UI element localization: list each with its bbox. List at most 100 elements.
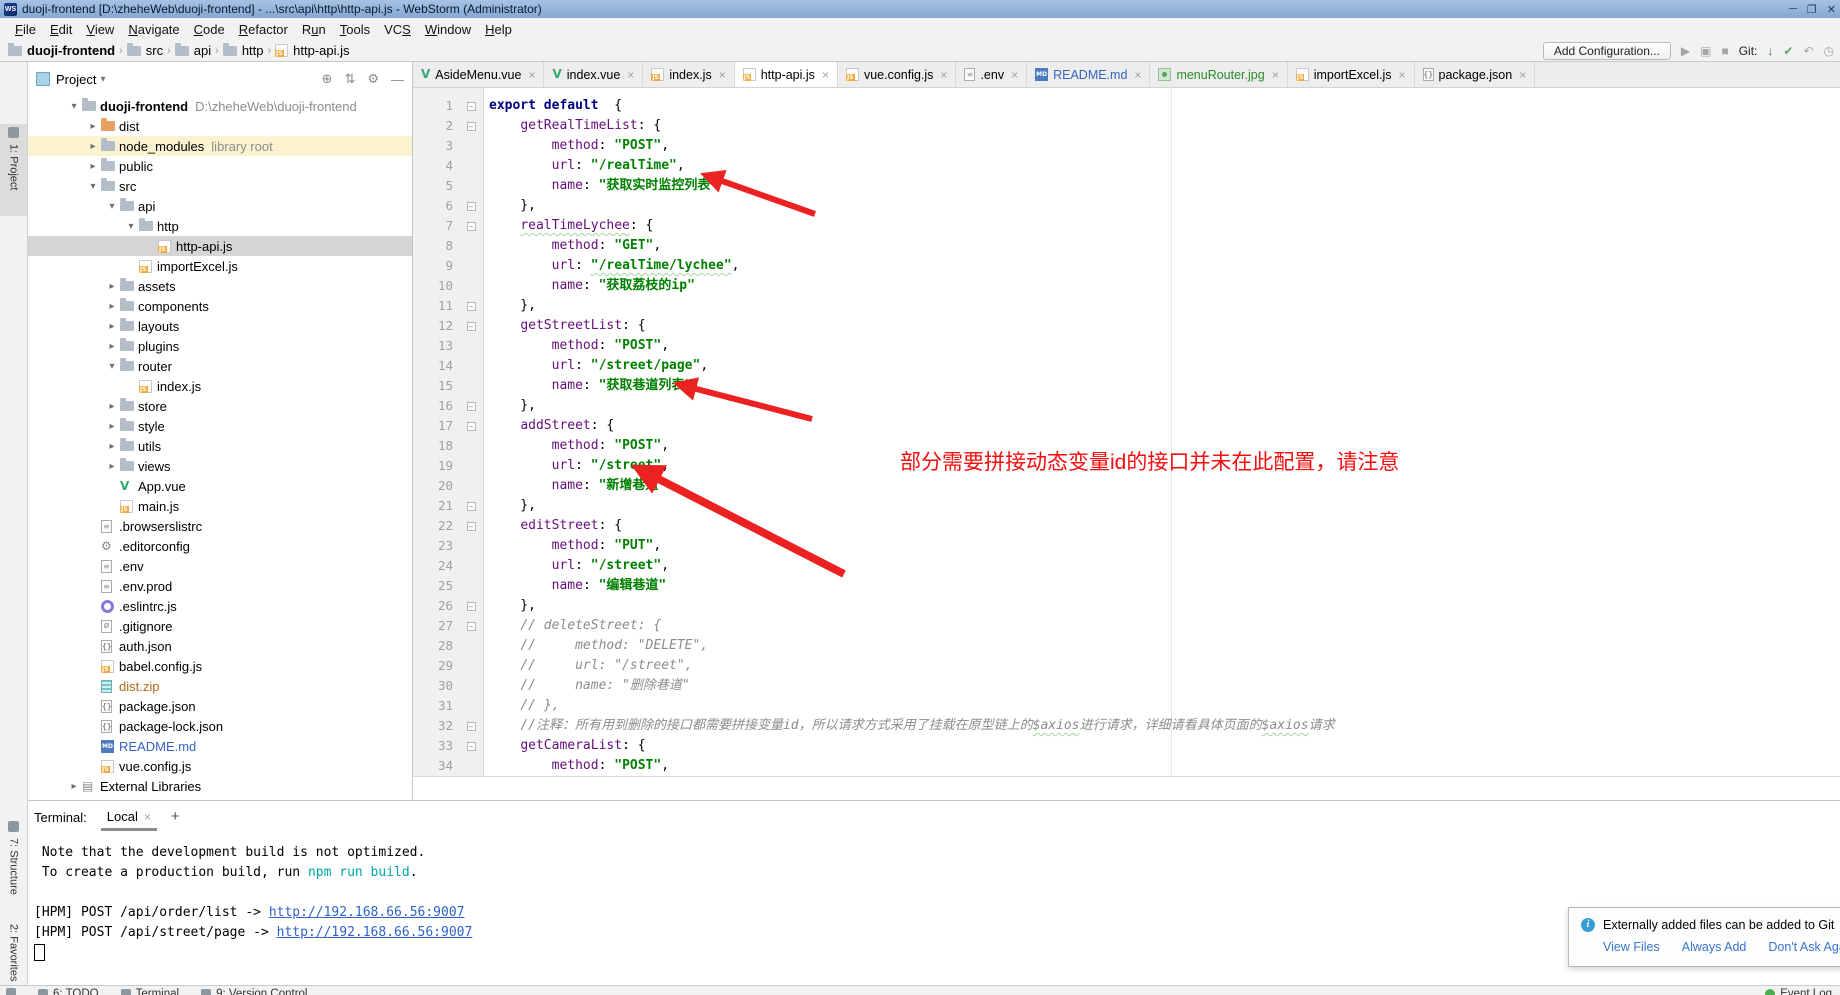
fold-icon[interactable]: −: [467, 202, 476, 211]
status-item[interactable]: 9: Version Control: [201, 988, 307, 995]
status-item[interactable]: Terminal: [121, 988, 179, 995]
fold-icon[interactable]: −: [467, 502, 476, 511]
tree-item[interactable]: ▸▤External Libraries: [28, 776, 412, 796]
stripe-project-button[interactable]: 1: Project: [0, 124, 27, 216]
chevron-right-icon[interactable]: ▸: [104, 281, 120, 292]
notification-link[interactable]: Don't Ask Again: [1768, 940, 1840, 954]
tree-item[interactable]: ▸node_moduleslibrary root: [28, 136, 412, 156]
fold-icon[interactable]: −: [467, 522, 476, 531]
git-update-icon[interactable]: ↓: [1767, 44, 1773, 58]
close-icon[interactable]: ×: [627, 68, 634, 82]
stripe-favorites-button[interactable]: 2: Favorites: [0, 924, 27, 984]
tree-item[interactable]: ▸components: [28, 296, 412, 316]
editor-tab[interactable]: http-api.js×: [735, 62, 838, 87]
editor-tab[interactable]: {}package.json×: [1415, 62, 1536, 87]
fold-icon[interactable]: −: [467, 302, 476, 311]
debug-icon[interactable]: ▣: [1700, 44, 1711, 58]
menu-item-run[interactable]: Run: [295, 20, 333, 39]
tree-item[interactable]: ▸assets: [28, 276, 412, 296]
minimize-icon[interactable]: ─: [1789, 3, 1797, 16]
history-icon[interactable]: ◷: [1824, 44, 1834, 58]
breadcrumb-item[interactable]: duoji-frontend: [8, 43, 115, 58]
code-editor[interactable]: 1−export default {2− getRealTimeList: {3…: [413, 88, 1840, 800]
tree-item[interactable]: .eslintrc.js: [28, 596, 412, 616]
tree-item[interactable]: main.js: [28, 496, 412, 516]
chevron-right-icon[interactable]: ▸: [85, 161, 101, 172]
project-panel-title[interactable]: Project: [56, 72, 96, 87]
add-configuration-button[interactable]: Add Configuration...: [1543, 42, 1671, 60]
fold-icon[interactable]: −: [467, 102, 476, 111]
fold-icon[interactable]: −: [467, 742, 476, 751]
chevron-right-icon[interactable]: ▸: [104, 321, 120, 332]
chevron-right-icon[interactable]: ▸: [85, 141, 101, 152]
fold-icon[interactable]: −: [467, 622, 476, 631]
fold-icon[interactable]: −: [467, 402, 476, 411]
chevron-down-icon[interactable]: ▾: [100, 74, 105, 85]
menu-item-edit[interactable]: Edit: [43, 20, 79, 39]
close-icon[interactable]: ×: [719, 68, 726, 82]
close-icon[interactable]: ×: [940, 68, 947, 82]
git-commit-icon[interactable]: ✔: [1783, 44, 1793, 58]
fold-icon[interactable]: −: [467, 222, 476, 231]
breadcrumb-item[interactable]: http-api.js: [275, 43, 349, 58]
fold-icon[interactable]: −: [467, 322, 476, 331]
menu-item-navigate[interactable]: Navigate: [121, 20, 186, 39]
terminal-cursor[interactable]: [34, 944, 45, 961]
tree-item[interactable]: vue.config.js: [28, 756, 412, 776]
notification-link[interactable]: Always Add: [1682, 940, 1747, 954]
status-item[interactable]: 6: TODO: [38, 988, 99, 995]
tree-item[interactable]: MDREADME.md: [28, 736, 412, 756]
tree-item[interactable]: http-api.js: [28, 236, 412, 256]
menu-item-window[interactable]: Window: [418, 20, 478, 39]
tree-item[interactable]: dist.zip: [28, 676, 412, 696]
tree-item[interactable]: ▸plugins: [28, 336, 412, 356]
tree-item[interactable]: ▾api: [28, 196, 412, 216]
menu-item-refactor[interactable]: Refactor: [232, 20, 295, 39]
event-log-button[interactable]: Event Log: [1765, 988, 1832, 995]
tree-item[interactable]: ▸layouts: [28, 316, 412, 336]
chevron-right-icon[interactable]: ▸: [104, 401, 120, 412]
tree-item[interactable]: importExcel.js: [28, 256, 412, 276]
close-icon[interactable]: ×: [144, 810, 151, 824]
run-icon[interactable]: ▶: [1681, 44, 1690, 58]
tree-item[interactable]: ≡.browserslistrc: [28, 516, 412, 536]
menu-item-view[interactable]: View: [79, 20, 121, 39]
chevron-right-icon[interactable]: ▸: [85, 121, 101, 132]
chevron-down-icon[interactable]: ▾: [104, 201, 120, 212]
tree-item[interactable]: ▸utils: [28, 436, 412, 456]
editor-tab[interactable]: index.js×: [643, 62, 734, 87]
locate-file-icon[interactable]: ⊕: [322, 71, 333, 87]
editor-tab[interactable]: MDREADME.md×: [1027, 62, 1150, 87]
chevron-right-icon[interactable]: ▸: [104, 441, 120, 452]
editor-tab[interactable]: VAsideMenu.vue×: [413, 62, 544, 87]
tool-window-switcher-icon[interactable]: [6, 988, 16, 995]
tree-item[interactable]: VApp.vue: [28, 476, 412, 496]
tree-item[interactable]: ▾src: [28, 176, 412, 196]
chevron-down-icon[interactable]: ▾: [123, 221, 139, 232]
breadcrumb-item[interactable]: api: [175, 43, 211, 58]
close-icon[interactable]: ×: [528, 68, 535, 82]
tree-item[interactable]: ▸public: [28, 156, 412, 176]
tree-item[interactable]: ≡.env.prod: [28, 576, 412, 596]
menu-item-file[interactable]: File: [8, 20, 43, 39]
tree-item[interactable]: ⚙.editorconfig: [28, 536, 412, 556]
collapse-all-icon[interactable]: ⇅: [344, 71, 355, 87]
tree-item[interactable]: ≡.env: [28, 556, 412, 576]
tree-item[interactable]: ▾router: [28, 356, 412, 376]
stop-icon[interactable]: ■: [1721, 44, 1728, 58]
chevron-right-icon[interactable]: ▸: [66, 781, 82, 792]
close-icon[interactable]: ×: [1134, 68, 1141, 82]
menu-item-code[interactable]: Code: [187, 20, 232, 39]
tree-item[interactable]: {}package-lock.json: [28, 716, 412, 736]
editor-tab[interactable]: vue.config.js×: [838, 62, 957, 87]
close-icon[interactable]: ×: [822, 68, 829, 82]
close-icon[interactable]: ×: [1272, 68, 1279, 82]
revert-icon[interactable]: ↶: [1803, 44, 1813, 58]
fold-icon[interactable]: −: [467, 122, 476, 131]
chevron-right-icon[interactable]: ▸: [104, 341, 120, 352]
menu-item-vcs[interactable]: VCS: [377, 20, 418, 39]
tree-item[interactable]: ▸views: [28, 456, 412, 476]
tree-item[interactable]: index.js: [28, 376, 412, 396]
breadcrumb-item[interactable]: src: [127, 43, 163, 58]
tree-item[interactable]: ▸store: [28, 396, 412, 416]
